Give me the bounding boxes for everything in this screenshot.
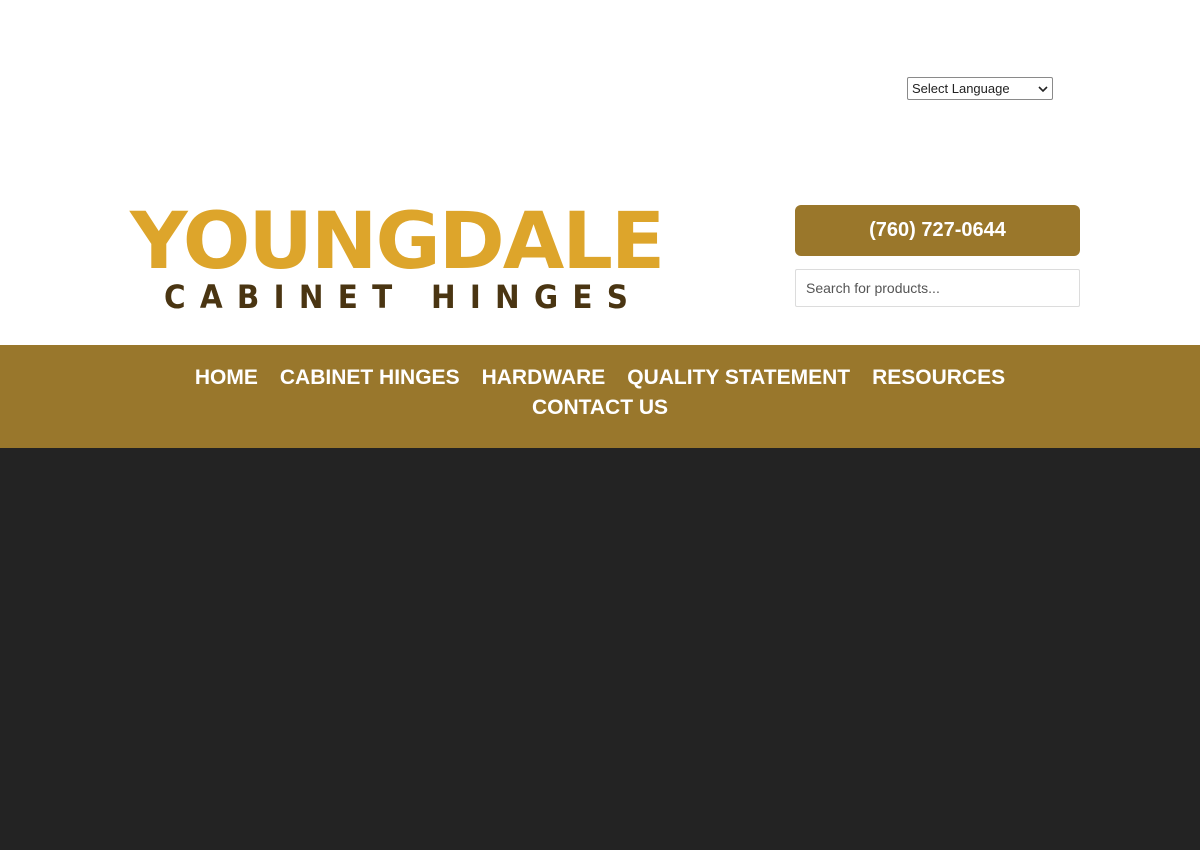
logo-tagline: CABINET HINGES <box>164 278 643 316</box>
language-select[interactable]: Select Language <box>907 77 1053 100</box>
nav-item-cabinet-hinges[interactable]: CABINET HINGES <box>280 366 460 390</box>
site-logo[interactable]: YOUNGDALE CABINET HINGES <box>130 203 665 315</box>
chevron-down-icon <box>1038 85 1048 92</box>
nav-row: CONTACT US <box>0 396 1200 420</box>
main-navigation: HOME CABINET HINGES HARDWARE QUALITY STA… <box>0 345 1200 448</box>
nav-item-hardware[interactable]: HARDWARE <box>482 366 606 390</box>
nav-item-quality-statement[interactable]: QUALITY STATEMENT <box>627 366 850 390</box>
nav-item-contact-us[interactable]: CONTACT US <box>532 396 668 420</box>
logo-wordmark: YOUNGDALE <box>130 197 665 287</box>
nav-row: HOME CABINET HINGES HARDWARE QUALITY STA… <box>0 366 1200 390</box>
hero-section <box>0 448 1200 850</box>
language-select-value: Select Language <box>912 81 1010 96</box>
nav-item-resources[interactable]: RESOURCES <box>872 366 1005 390</box>
nav-item-home[interactable]: HOME <box>195 366 258 390</box>
phone-button[interactable]: (760) 727-0644 <box>795 205 1080 256</box>
header-area: Select Language YOUNGDALE CABINET HINGES… <box>0 0 1200 345</box>
product-search-input[interactable] <box>795 269 1080 307</box>
